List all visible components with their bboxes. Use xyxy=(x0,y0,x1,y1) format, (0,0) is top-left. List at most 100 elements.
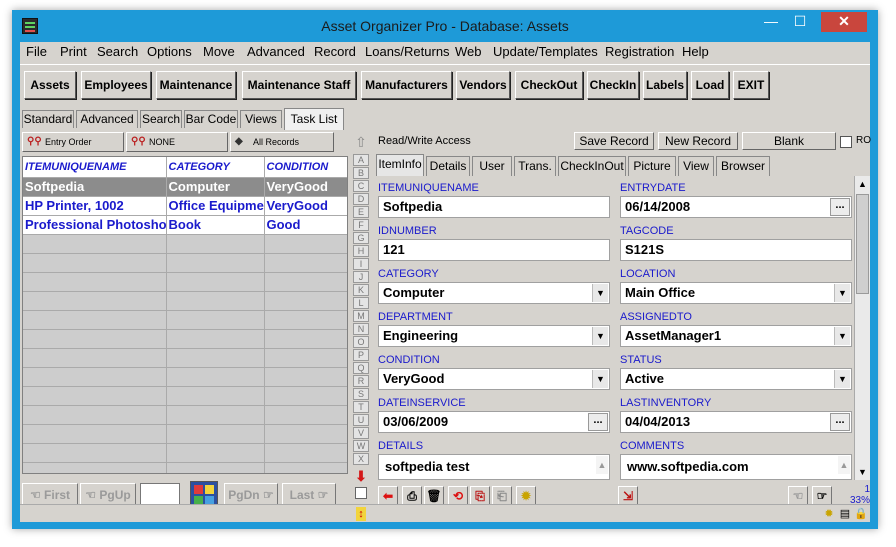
vendors-button[interactable]: Vendors xyxy=(456,71,510,99)
blank-button[interactable]: Blank xyxy=(742,132,836,150)
assignedto-select[interactable]: AssetManager1 ▼ xyxy=(620,325,852,347)
alpha-l-button[interactable]: L xyxy=(353,297,369,309)
chevron-down-icon[interactable]: ▼ xyxy=(592,327,608,345)
alpha-t-button[interactable]: T xyxy=(353,401,369,413)
assets-button[interactable]: Assets xyxy=(24,71,76,99)
alpha-x-button[interactable]: X xyxy=(353,453,369,465)
menu-record[interactable]: Record xyxy=(314,44,356,59)
location-select[interactable]: Main Office ▼ xyxy=(620,282,852,304)
alpha-k-button[interactable]: K xyxy=(353,284,369,296)
menu-advanced[interactable]: Advanced xyxy=(247,44,305,59)
alpha-q-button[interactable]: Q xyxy=(353,362,369,374)
records-scope-button[interactable]: ◆ All Records xyxy=(230,132,334,152)
menu-help[interactable]: Help xyxy=(682,44,709,59)
tab-bar-code[interactable]: Bar Code xyxy=(184,110,238,128)
category-select[interactable]: Computer ▼ xyxy=(378,282,610,304)
paste-record-icon[interactable]: ⎗ xyxy=(492,486,512,506)
alpha-f-button[interactable]: F xyxy=(353,219,369,231)
alpha-j-button[interactable]: J xyxy=(353,271,369,283)
alpha-u-button[interactable]: U xyxy=(353,414,369,426)
history-icon[interactable]: ⟲ xyxy=(448,486,468,506)
index-checkbox[interactable] xyxy=(355,487,367,499)
menu-options[interactable]: Options xyxy=(147,44,192,59)
scroll-up-icon[interactable]: ▲ xyxy=(838,456,850,474)
column-header-condition[interactable]: CONDITION xyxy=(264,157,347,178)
chevron-down-icon[interactable]: ▼ xyxy=(834,370,850,388)
checkout-button[interactable]: CheckOut xyxy=(515,71,583,99)
save-record-button[interactable]: Save Record xyxy=(574,132,654,150)
menu-web[interactable]: Web xyxy=(455,44,482,59)
previous-record-icon[interactable]: ☜ xyxy=(788,486,808,506)
employees-button[interactable]: Employees xyxy=(81,71,151,99)
alpha-h-button[interactable]: H xyxy=(353,245,369,257)
chevron-down-icon[interactable]: ▼ xyxy=(592,370,608,388)
document-icon[interactable]: ▤ xyxy=(838,507,852,521)
lightbulb-icon[interactable]: ✹ xyxy=(822,507,836,521)
alpha-v-button[interactable]: V xyxy=(353,427,369,439)
tab-trans[interactable]: Trans. xyxy=(514,156,556,176)
tab-standard[interactable]: Standard xyxy=(22,110,74,128)
labels-button[interactable]: Labels xyxy=(643,71,687,99)
load-button[interactable]: Load xyxy=(691,71,729,99)
tab-advanced[interactable]: Advanced xyxy=(76,110,138,128)
tab-user[interactable]: User xyxy=(472,156,512,176)
back-arrow-icon[interactable]: ⬅ xyxy=(378,486,398,506)
itemuniquename-field[interactable]: Softpedia xyxy=(378,196,610,218)
alpha-b-button[interactable]: B xyxy=(353,167,369,179)
tab-view[interactable]: View xyxy=(678,156,714,176)
read-only-checkbox[interactable] xyxy=(840,136,852,148)
tab-iteminfo[interactable]: ItemInfo xyxy=(376,154,424,176)
menu-file[interactable]: File xyxy=(26,44,47,59)
idnumber-field[interactable]: 121 xyxy=(378,239,610,261)
maintenance-button[interactable]: Maintenance xyxy=(156,71,236,99)
sort-order-button[interactable]: ⚲⚲ Entry Order xyxy=(22,132,124,152)
printer-icon[interactable]: ⎙ xyxy=(402,486,422,506)
alpha-w-button[interactable]: W xyxy=(353,440,369,452)
maximize-button[interactable]: ☐ xyxy=(786,12,814,32)
alpha-p-button[interactable]: P xyxy=(353,349,369,361)
next-record-icon[interactable]: ☞ xyxy=(812,486,832,506)
chevron-down-icon[interactable]: ▼ xyxy=(834,284,850,302)
department-select[interactable]: Engineering ▼ xyxy=(378,325,610,347)
minimize-button[interactable]: — xyxy=(757,12,785,32)
records-grid[interactable]: ITEMUNIQUENAME CATEGORY CONDITION Softpe… xyxy=(22,156,348,474)
table-row[interactable]: HP Printer, 1002 Office Equipment VeryGo… xyxy=(23,196,347,216)
checkin-button[interactable]: CheckIn xyxy=(587,71,639,99)
alpha-d-button[interactable]: D xyxy=(353,193,369,205)
tab-search[interactable]: Search xyxy=(140,110,182,128)
lightbulb-icon[interactable]: ✹ xyxy=(516,486,536,506)
scroll-thumb[interactable] xyxy=(856,194,869,294)
menu-loans-returns[interactable]: Loans/Returns xyxy=(365,44,450,59)
tab-checkinout[interactable]: CheckInOut xyxy=(558,156,626,176)
menu-move[interactable]: Move xyxy=(203,44,235,59)
lastinventory-field[interactable]: 04/04/2013 ... xyxy=(620,411,852,433)
close-button[interactable]: ✕ xyxy=(821,12,867,32)
alpha-n-button[interactable]: N xyxy=(353,323,369,335)
tab-picture[interactable]: Picture xyxy=(628,156,676,176)
splitter-handle-icon[interactable]: ↕ xyxy=(356,507,366,521)
arrow-down-icon[interactable]: ⬇ xyxy=(353,468,369,484)
details-textarea[interactable]: softpedia test ▲ xyxy=(378,454,610,480)
scroll-up-icon[interactable]: ▲ xyxy=(855,176,870,192)
table-row[interactable]: Professional Photoshop Book Good xyxy=(23,215,347,235)
arrow-up-icon[interactable]: ⇧ xyxy=(353,134,369,150)
export-icon[interactable]: ⇲ xyxy=(618,486,638,506)
menu-print[interactable]: Print xyxy=(60,44,87,59)
alpha-i-button[interactable]: I xyxy=(353,258,369,270)
menu-search[interactable]: Search xyxy=(97,44,138,59)
alpha-s-button[interactable]: S xyxy=(353,388,369,400)
manufacturers-button[interactable]: Manufacturers xyxy=(361,71,452,99)
tab-browser[interactable]: Browser xyxy=(716,156,770,176)
menu-registration[interactable]: Registration xyxy=(605,44,674,59)
date-picker-button[interactable]: ... xyxy=(830,413,850,431)
dateinservice-field[interactable]: 03/06/2009 ... xyxy=(378,411,610,433)
maintenance-staff-button[interactable]: Maintenance Staff xyxy=(242,71,356,99)
tab-views[interactable]: Views xyxy=(240,110,282,128)
alpha-c-button[interactable]: C xyxy=(353,180,369,192)
column-header-itemuniquename[interactable]: ITEMUNIQUENAME xyxy=(23,157,167,178)
tagcode-field[interactable]: S121S xyxy=(620,239,852,261)
tab-task-list[interactable]: Task List xyxy=(284,108,344,130)
status-select[interactable]: Active ▼ xyxy=(620,368,852,390)
alpha-a-button[interactable]: A xyxy=(353,154,369,166)
column-header-category[interactable]: CATEGORY xyxy=(166,157,265,178)
